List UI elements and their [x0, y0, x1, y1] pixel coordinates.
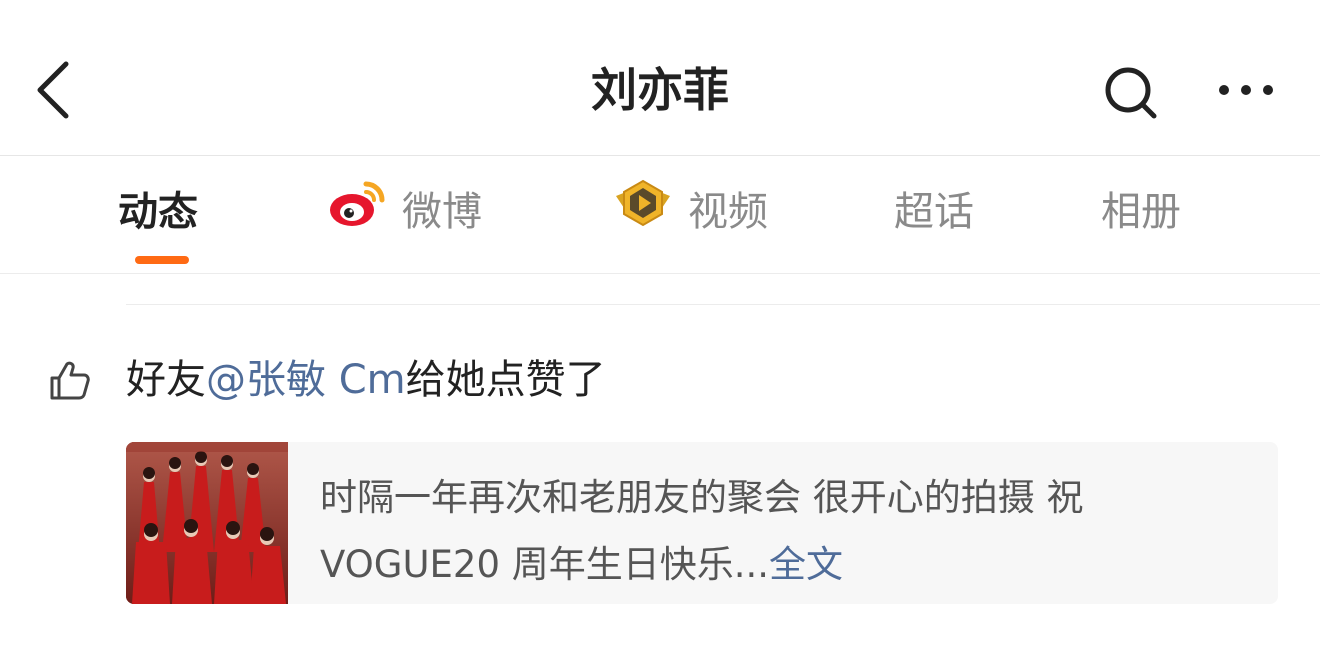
divider — [126, 304, 1320, 305]
thumbs-up-icon — [46, 356, 94, 404]
friend-mention-link[interactable]: @张敏 Cm — [206, 357, 406, 403]
tab-label: 动态 — [118, 189, 198, 235]
like-activity-text: 好友@张敏 Cm给她点赞了 — [126, 350, 606, 410]
activity-prefix: 好友 — [126, 357, 206, 403]
search-button[interactable] — [1100, 62, 1162, 124]
tab-bar: 动态 微博 视频 超话 相册 — [0, 156, 1320, 274]
tab-label: 超话 — [894, 189, 974, 235]
tab-label: 微博 — [402, 189, 482, 235]
video-badge-icon — [612, 178, 674, 247]
tab-video[interactable]: 视频 — [612, 179, 768, 242]
activity-suffix: 给她点赞了 — [405, 357, 606, 403]
active-tab-indicator — [135, 256, 189, 264]
read-full-link[interactable]: 全文 — [769, 543, 843, 586]
post-text: 时隔一年再次和老朋友的聚会 很开心的拍摄 祝 VOGUE20 周年生日快乐... — [320, 476, 1084, 586]
tab-super-topic[interactable]: 超话 — [894, 182, 974, 242]
tab-album[interactable]: 相册 — [1101, 182, 1181, 242]
post-excerpt: 时隔一年再次和老朋友的聚会 很开心的拍摄 祝 VOGUE20 周年生日快乐...… — [320, 464, 1250, 598]
top-bar: 刘亦菲 — [0, 0, 1320, 156]
post-thumbnail — [126, 442, 288, 604]
tab-weibo[interactable]: 微博 — [328, 181, 482, 242]
liked-post-card[interactable]: 时隔一年再次和老朋友的聚会 很开心的拍摄 祝 VOGUE20 周年生日快乐...… — [126, 442, 1278, 604]
weibo-logo-icon — [328, 178, 388, 247]
search-icon — [1105, 67, 1157, 119]
tab-dynamic[interactable]: 动态 — [118, 182, 198, 242]
like-activity-row: 好友@张敏 Cm给她点赞了 — [0, 340, 1320, 420]
more-dots-icon — [1219, 85, 1273, 95]
more-button[interactable] — [1214, 70, 1278, 110]
tab-label: 相册 — [1101, 189, 1181, 235]
tab-label: 视频 — [688, 189, 768, 235]
